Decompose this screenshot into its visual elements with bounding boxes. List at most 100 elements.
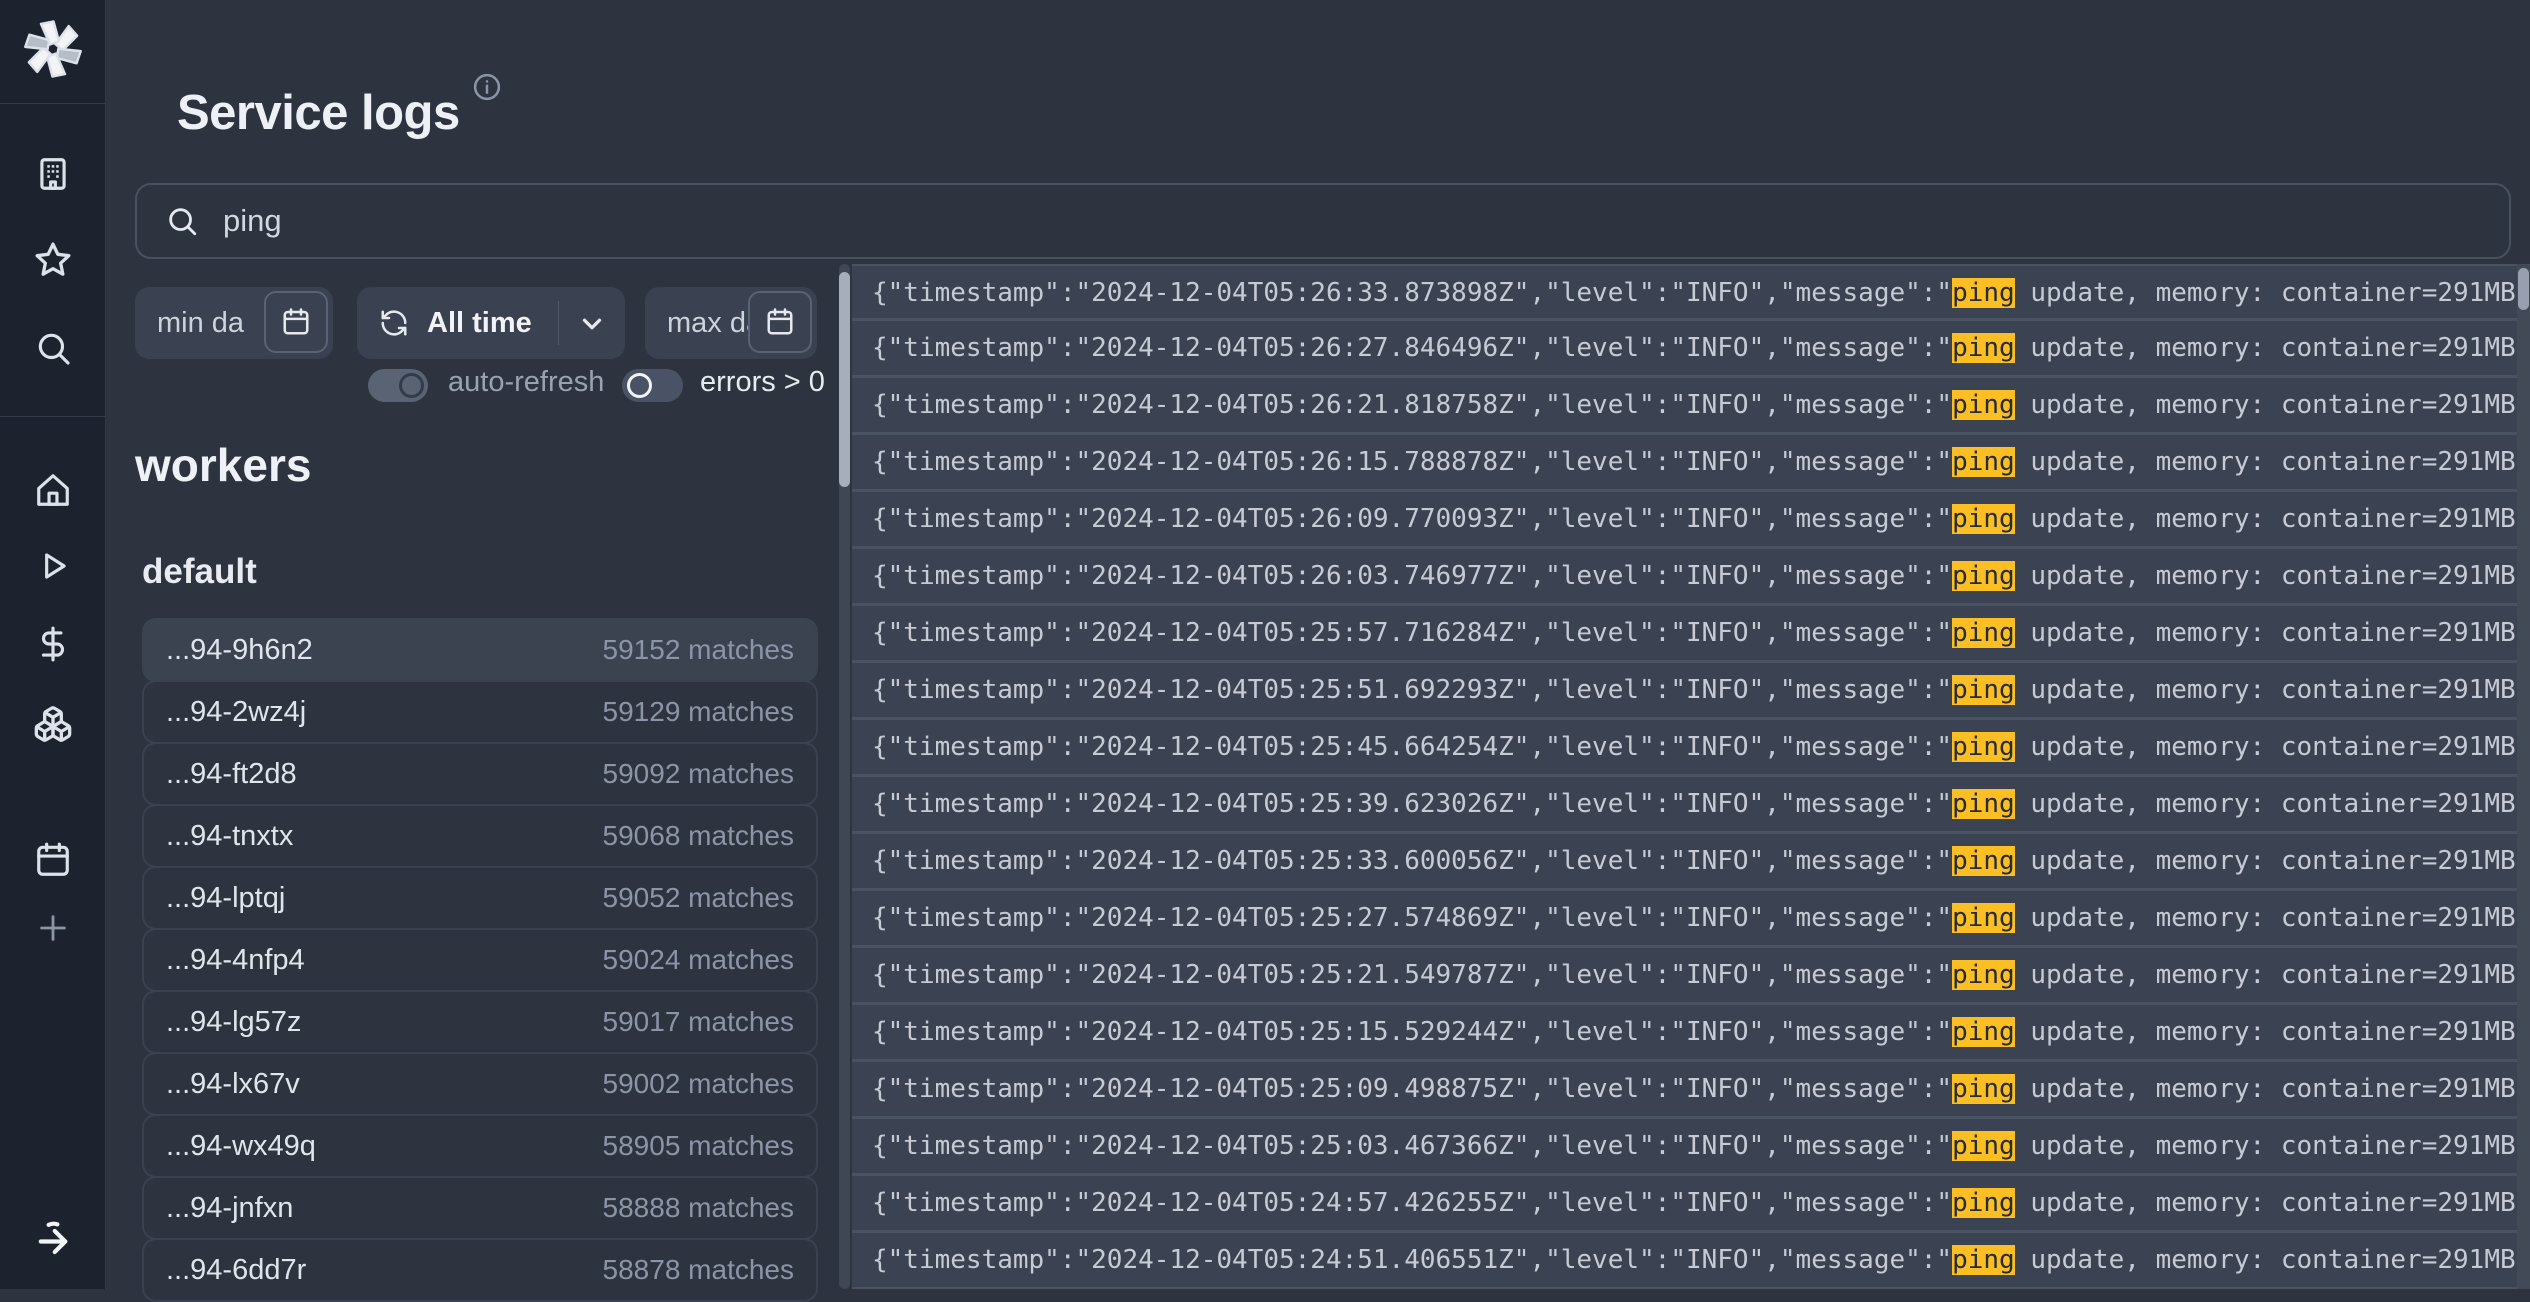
min-date-calendar-button[interactable] [264, 291, 328, 353]
workers-heading: workers [135, 438, 311, 492]
worker-list-item[interactable]: ...94-2wz4j59129 matches [142, 680, 818, 744]
log-line[interactable]: {"timestamp":"2024-12-04T05:25:57.716284… [852, 606, 2530, 663]
worker-id: ...94-ft2d8 [166, 758, 297, 791]
calendar-icon [281, 307, 311, 337]
worker-id: ...94-tnxtx [166, 820, 293, 853]
worker-id: ...94-wx49q [166, 1130, 316, 1163]
plus-icon[interactable] [0, 906, 105, 950]
min-date-input[interactable]: min da [135, 287, 333, 359]
log-line-text: update, memory: container=291MB [2015, 390, 2516, 420]
log-line-text: {"timestamp":"2024-12-04T05:26:33.873898… [872, 278, 1952, 308]
worker-list-item[interactable]: ...94-6dd7r58878 matches [142, 1238, 818, 1302]
auto-refresh-toggle[interactable] [368, 369, 428, 402]
log-line-text: {"timestamp":"2024-12-04T05:26:15.788878… [872, 447, 1952, 477]
log-line[interactable]: {"timestamp":"2024-12-04T05:25:45.664254… [852, 720, 2530, 777]
play-icon[interactable] [0, 544, 105, 588]
log-line[interactable]: {"timestamp":"2024-12-04T05:26:33.873898… [852, 264, 2530, 321]
search-match-highlight: ping [1952, 1131, 2015, 1161]
log-line[interactable]: {"timestamp":"2024-12-04T05:25:33.600056… [852, 834, 2530, 891]
log-line-text: {"timestamp":"2024-12-04T05:24:51.406551… [872, 1245, 1952, 1275]
log-line[interactable]: {"timestamp":"2024-12-04T05:24:57.426255… [852, 1176, 2530, 1233]
search-match-highlight: ping [1952, 618, 2015, 648]
log-line[interactable]: {"timestamp":"2024-12-04T05:25:39.623026… [852, 777, 2530, 834]
log-line-text: {"timestamp":"2024-12-04T05:25:09.498875… [872, 1074, 1952, 1104]
log-line-text: {"timestamp":"2024-12-04T05:26:27.846496… [872, 333, 1952, 363]
worker-id: ...94-jnfxn [166, 1192, 293, 1225]
sidebar-divider [0, 416, 105, 417]
max-date-input[interactable]: max da [645, 287, 817, 359]
log-scrollbar-vertical[interactable] [839, 264, 850, 1289]
worker-list-item[interactable]: ...94-ft2d8 59092 matches [142, 742, 818, 806]
worker-list-item[interactable]: ...94-tnxtx 59068 matches [142, 804, 818, 868]
log-line-text: update, memory: container=291MB [2015, 960, 2516, 990]
log-panel: {"timestamp":"2024-12-04T05:26:33.873898… [852, 264, 2530, 1289]
windmill-logo-blades [24, 20, 82, 78]
log-line-text: update, memory: container=291MB [2015, 1017, 2516, 1047]
star-icon[interactable] [0, 238, 105, 282]
log-line[interactable]: {"timestamp":"2024-12-04T05:25:03.467366… [852, 1119, 2530, 1176]
log-line-text: update, memory: container=291MB [2015, 1131, 2516, 1161]
scrollbar-thumb[interactable] [2518, 268, 2529, 310]
worker-match-count: 58888 matches [603, 1192, 794, 1224]
log-line-text: update, memory: container=291MB [2015, 333, 2516, 363]
time-range-button[interactable]: All time [357, 287, 625, 359]
search-match-highlight: ping [1952, 1074, 2015, 1104]
worker-match-count: 59092 matches [603, 758, 794, 790]
building-icon[interactable] [0, 152, 105, 196]
log-line[interactable]: {"timestamp":"2024-12-04T05:26:15.788878… [852, 435, 2530, 492]
log-line-text: {"timestamp":"2024-12-04T05:25:15.529244… [872, 1017, 1952, 1047]
worker-list-item[interactable]: ...94-wx49q58905 matches [142, 1114, 818, 1178]
expand-arrow-icon[interactable] [0, 1214, 105, 1262]
toggle-knob [627, 373, 652, 398]
log-line-text: {"timestamp":"2024-12-04T05:25:39.623026… [872, 789, 1952, 819]
max-date-calendar-button[interactable] [748, 291, 812, 353]
home-icon[interactable] [0, 468, 105, 512]
worker-group-name: default [142, 552, 257, 592]
log-line-text: update, memory: container=291MB [2015, 447, 2516, 477]
errors-toggle[interactable] [622, 369, 683, 402]
log-line[interactable]: {"timestamp":"2024-12-04T05:25:21.549787… [852, 948, 2530, 1005]
worker-list-item[interactable]: ...94-jnfxn 58888 matches [142, 1176, 818, 1240]
worker-list-item[interactable]: ...94-4nfp459024 matches [142, 928, 818, 992]
dollar-icon[interactable] [0, 622, 105, 666]
sidebar [0, 0, 106, 1289]
calendar-icon[interactable] [0, 838, 105, 882]
scrollbar-thumb[interactable] [839, 272, 850, 487]
log-line[interactable]: {"timestamp":"2024-12-04T05:24:51.406551… [852, 1233, 2530, 1289]
log-line[interactable]: {"timestamp":"2024-12-04T05:25:09.498875… [852, 1062, 2530, 1119]
worker-match-count: 59052 matches [603, 882, 794, 914]
log-line[interactable]: {"timestamp":"2024-12-04T05:26:27.846496… [852, 321, 2530, 378]
search-match-highlight: ping [1952, 390, 2015, 420]
log-line-text: {"timestamp":"2024-12-04T05:26:21.818758… [872, 390, 1952, 420]
log-line-text: {"timestamp":"2024-12-04T05:25:51.692293… [872, 675, 1952, 705]
chevron-down-icon[interactable] [577, 309, 607, 339]
log-line[interactable]: {"timestamp":"2024-12-04T05:25:27.574869… [852, 891, 2530, 948]
worker-list-item[interactable]: ...94-lg57z59017 matches [142, 990, 818, 1054]
log-line-text: {"timestamp":"2024-12-04T05:25:03.467366… [872, 1131, 1952, 1161]
log-line[interactable]: {"timestamp":"2024-12-04T05:26:21.818758… [852, 378, 2530, 435]
windmill-logo[interactable] [0, 18, 105, 80]
log-line-text: update, memory: container=291MB [2015, 278, 2516, 308]
log-line-text: update, memory: container=291MB [2015, 561, 2516, 591]
worker-match-count: 59068 matches [603, 820, 794, 852]
log-line-text: {"timestamp":"2024-12-04T05:25:33.600056… [872, 846, 1952, 876]
search-match-highlight: ping [1952, 675, 2015, 705]
worker-list-item[interactable]: ...94-9h6n259152 matches [142, 618, 818, 682]
worker-id: ...94-lg57z [166, 1006, 301, 1039]
log-line[interactable]: {"timestamp":"2024-12-04T05:25:15.529244… [852, 1005, 2530, 1062]
boxes-icon[interactable] [0, 702, 105, 746]
info-icon[interactable] [472, 72, 502, 102]
log-line[interactable]: {"timestamp":"2024-12-04T05:25:51.692293… [852, 663, 2530, 720]
log-line-text: {"timestamp":"2024-12-04T05:25:21.549787… [872, 960, 1952, 990]
search-match-highlight: ping [1952, 561, 2015, 591]
log-line[interactable]: {"timestamp":"2024-12-04T05:26:09.770093… [852, 492, 2530, 549]
worker-list-item[interactable]: ...94-lx67v59002 matches [142, 1052, 818, 1116]
worker-list-item[interactable]: ...94-lptqj59052 matches [142, 866, 818, 930]
log-line[interactable]: {"timestamp":"2024-12-04T05:26:03.746977… [852, 549, 2530, 606]
search-match-highlight: ping [1952, 732, 2015, 762]
log-search-input[interactable]: ping [135, 183, 2511, 259]
log-scrollbar-right[interactable] [2517, 264, 2530, 1289]
log-line-text: {"timestamp":"2024-12-04T05:25:57.716284… [872, 618, 1952, 648]
button-divider [558, 301, 559, 345]
search-icon[interactable] [0, 326, 105, 370]
